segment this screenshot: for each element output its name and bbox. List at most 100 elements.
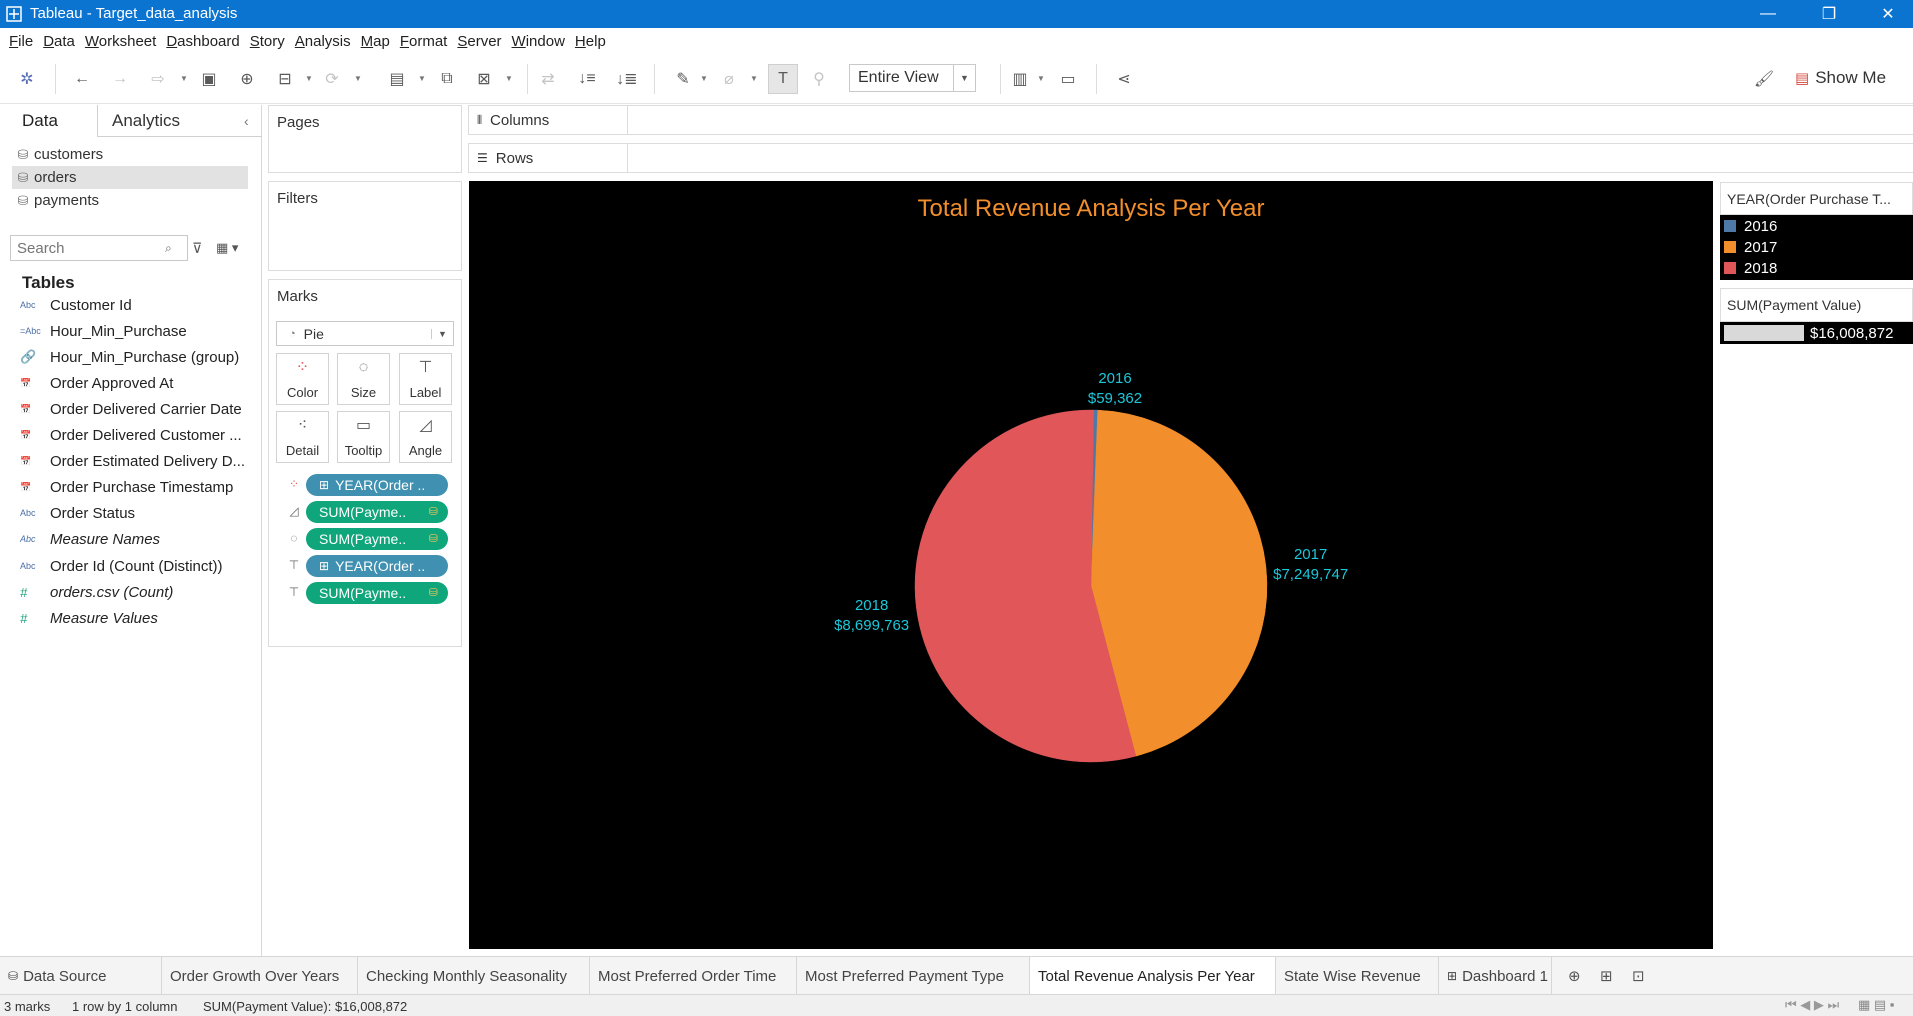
marks-pill[interactable]: ⊞ YEAR(Order ..: [306, 555, 448, 577]
save-icon[interactable]: ▣: [197, 67, 221, 91]
show-cards-icon[interactable]: ▥: [1008, 67, 1032, 91]
format-painter-icon[interactable]: 🖌: [1752, 67, 1776, 91]
redo-icon[interactable]: →: [108, 67, 132, 91]
tab-preferred-payment-type[interactable]: Most Preferred Payment Type: [797, 957, 1030, 995]
menu-format[interactable]: Format: [400, 33, 448, 50]
field-item[interactable]: Abc Measure Names: [20, 527, 258, 551]
filters-card[interactable]: Filters: [268, 181, 462, 271]
field-item[interactable]: =Abc Hour_Min_Purchase: [20, 319, 258, 343]
collapse-pane-icon[interactable]: ‹: [244, 105, 249, 137]
menu-help[interactable]: Help: [575, 33, 606, 50]
angle-button[interactable]: ◿ Angle: [399, 411, 452, 463]
menu-analysis[interactable]: Analysis: [295, 33, 351, 50]
highlight-icon[interactable]: ✎: [671, 67, 695, 91]
field-item[interactable]: 📅 Order Delivered Customer ...: [20, 423, 258, 447]
viz-canvas[interactable]: Total Revenue Analysis Per Year 2016 $59,…: [469, 181, 1713, 949]
menu-server[interactable]: Server: [457, 33, 501, 50]
swap-rows-columns-icon[interactable]: ⇄: [536, 67, 560, 91]
field-name: Order Approved At: [50, 374, 174, 392]
field-name: Order Delivered Carrier Date: [50, 400, 242, 418]
refresh-icon[interactable]: ⟳: [320, 67, 344, 91]
menu-window[interactable]: Window: [512, 33, 565, 50]
sort-ascending-icon[interactable]: ↓≡: [575, 67, 599, 91]
datasource-warning-icon: ⛁: [428, 587, 438, 599]
replay-icon[interactable]: ⇨: [146, 67, 170, 91]
legend-item-2017[interactable]: 2017: [1724, 237, 1777, 257]
new-datasource-icon[interactable]: ⊕: [235, 67, 259, 91]
sheet-sorter-icon[interactable]: ▦ ▤ ▪: [1858, 997, 1894, 1013]
field-item[interactable]: 📅 Order Estimated Delivery D...: [20, 449, 258, 473]
rows-shelf[interactable]: [628, 143, 1913, 173]
tab-data-source[interactable]: ⛁ Data Source: [0, 957, 162, 995]
marks-pill[interactable]: ⊞ YEAR(Order ..: [306, 474, 448, 496]
tab-state-wise-revenue[interactable]: State Wise Revenue: [1276, 957, 1439, 995]
legend-item-2016[interactable]: 2016: [1724, 216, 1777, 236]
new-worksheet-tab-icon[interactable]: ⊕: [1560, 957, 1589, 995]
tab-analytics[interactable]: Analytics: [112, 105, 222, 137]
color-button[interactable]: ⁘ Color: [276, 353, 329, 405]
fix-axes-icon[interactable]: ⚲: [807, 67, 831, 91]
group-members-icon[interactable]: ⌀: [717, 67, 741, 91]
menu-map[interactable]: Map: [361, 33, 390, 50]
minimize-button[interactable]: —: [1745, 0, 1791, 28]
legend-item-2018[interactable]: 2018: [1724, 258, 1777, 278]
menu-worksheet[interactable]: Worksheet: [85, 33, 156, 50]
maximize-button[interactable]: ❐: [1806, 0, 1852, 28]
datasource-customers[interactable]: ⛁ customers: [12, 143, 248, 166]
new-dashboard-tab-icon[interactable]: ⊞: [1592, 957, 1621, 995]
field-item[interactable]: # orders.csv (Count): [20, 580, 258, 604]
label-button[interactable]: ⊤ Label: [399, 353, 452, 405]
field-item[interactable]: Abc Order Status: [20, 501, 258, 525]
share-icon[interactable]: ⋖: [1112, 67, 1136, 91]
expand-icon[interactable]: ⊞: [319, 559, 329, 573]
tab-dashboard-1[interactable]: ⊞ Dashboard 1: [1439, 957, 1552, 995]
pages-card[interactable]: Pages: [268, 105, 462, 173]
marks-pill[interactable]: SUM(Payme.. ⛁: [306, 501, 448, 523]
filter-icon[interactable]: ⊽: [192, 240, 202, 257]
tab-preferred-order-time[interactable]: Most Preferred Order Time: [590, 957, 797, 995]
view-options-icon[interactable]: ▦ ▾: [216, 240, 238, 256]
duplicate-sheet-icon[interactable]: ⧉: [435, 67, 459, 91]
close-button[interactable]: ✕: [1865, 0, 1911, 28]
search-field[interactable]: ⌕: [10, 235, 188, 261]
pie-chart[interactable]: 2016 $59,362 2017 $7,249,747 2018 $8,699,763: [469, 181, 1713, 949]
tableau-home-icon[interactable]: ✲: [15, 67, 39, 91]
marks-pill[interactable]: SUM(Payme.. ⛁: [306, 528, 448, 550]
field-item[interactable]: Abc Customer Id: [20, 293, 258, 317]
marks-pill[interactable]: SUM(Payme.. ⛁: [306, 582, 448, 604]
detail-button[interactable]: ⁖ Detail: [276, 411, 329, 463]
show-mark-labels-icon[interactable]: T: [768, 64, 798, 94]
field-item[interactable]: # Measure Values: [20, 606, 258, 630]
presentation-mode-icon[interactable]: ▭: [1056, 67, 1080, 91]
menu-data[interactable]: Data: [43, 33, 75, 50]
undo-icon[interactable]: ←: [70, 67, 94, 91]
expand-icon[interactable]: ⊞: [319, 478, 329, 492]
tab-data[interactable]: Data: [0, 105, 98, 137]
fit-view-dropdown[interactable]: Entire View ▼: [849, 64, 976, 92]
columns-shelf[interactable]: [628, 105, 1913, 135]
sheet-navigation-icon[interactable]: ⏮ ◀ ▶ ⏭: [1785, 997, 1839, 1013]
pause-updates-icon[interactable]: ⊟: [273, 67, 297, 91]
field-item[interactable]: Abc Order Id (Count (Distinct)): [20, 554, 258, 578]
tab-monthly-seasonality[interactable]: Checking Monthly Seasonality: [358, 957, 590, 995]
menu-file[interactable]: File: [9, 33, 33, 50]
tab-total-revenue[interactable]: Total Revenue Analysis Per Year: [1030, 957, 1276, 995]
tab-order-growth[interactable]: Order Growth Over Years: [162, 957, 358, 995]
tooltip-button[interactable]: ▭ Tooltip: [337, 411, 390, 463]
new-worksheet-icon[interactable]: ▤: [385, 67, 409, 91]
sort-descending-icon[interactable]: ↓≣: [615, 67, 639, 91]
search-input[interactable]: [17, 239, 165, 257]
new-story-tab-icon[interactable]: ⊡: [1624, 957, 1653, 995]
field-item[interactable]: 📅 Order Delivered Carrier Date: [20, 397, 258, 421]
field-item[interactable]: 🔗 Hour_Min_Purchase (group): [20, 345, 258, 369]
datasource-orders[interactable]: ⛁ orders: [12, 166, 248, 189]
datasource-payments[interactable]: ⛁ payments: [12, 189, 248, 212]
clear-sheet-icon[interactable]: ⊠: [472, 67, 496, 91]
mark-type-dropdown[interactable]: ◔ Pie ▼: [276, 321, 454, 346]
field-item[interactable]: 📅 Order Purchase Timestamp: [20, 475, 258, 499]
menu-story[interactable]: Story: [250, 33, 285, 50]
menu-dashboard[interactable]: Dashboard: [166, 33, 239, 50]
show-me-button[interactable]: ▤ Show Me: [1795, 66, 1886, 90]
field-item[interactable]: 📅 Order Approved At: [20, 371, 258, 395]
size-button[interactable]: ◌ Size: [337, 353, 390, 405]
